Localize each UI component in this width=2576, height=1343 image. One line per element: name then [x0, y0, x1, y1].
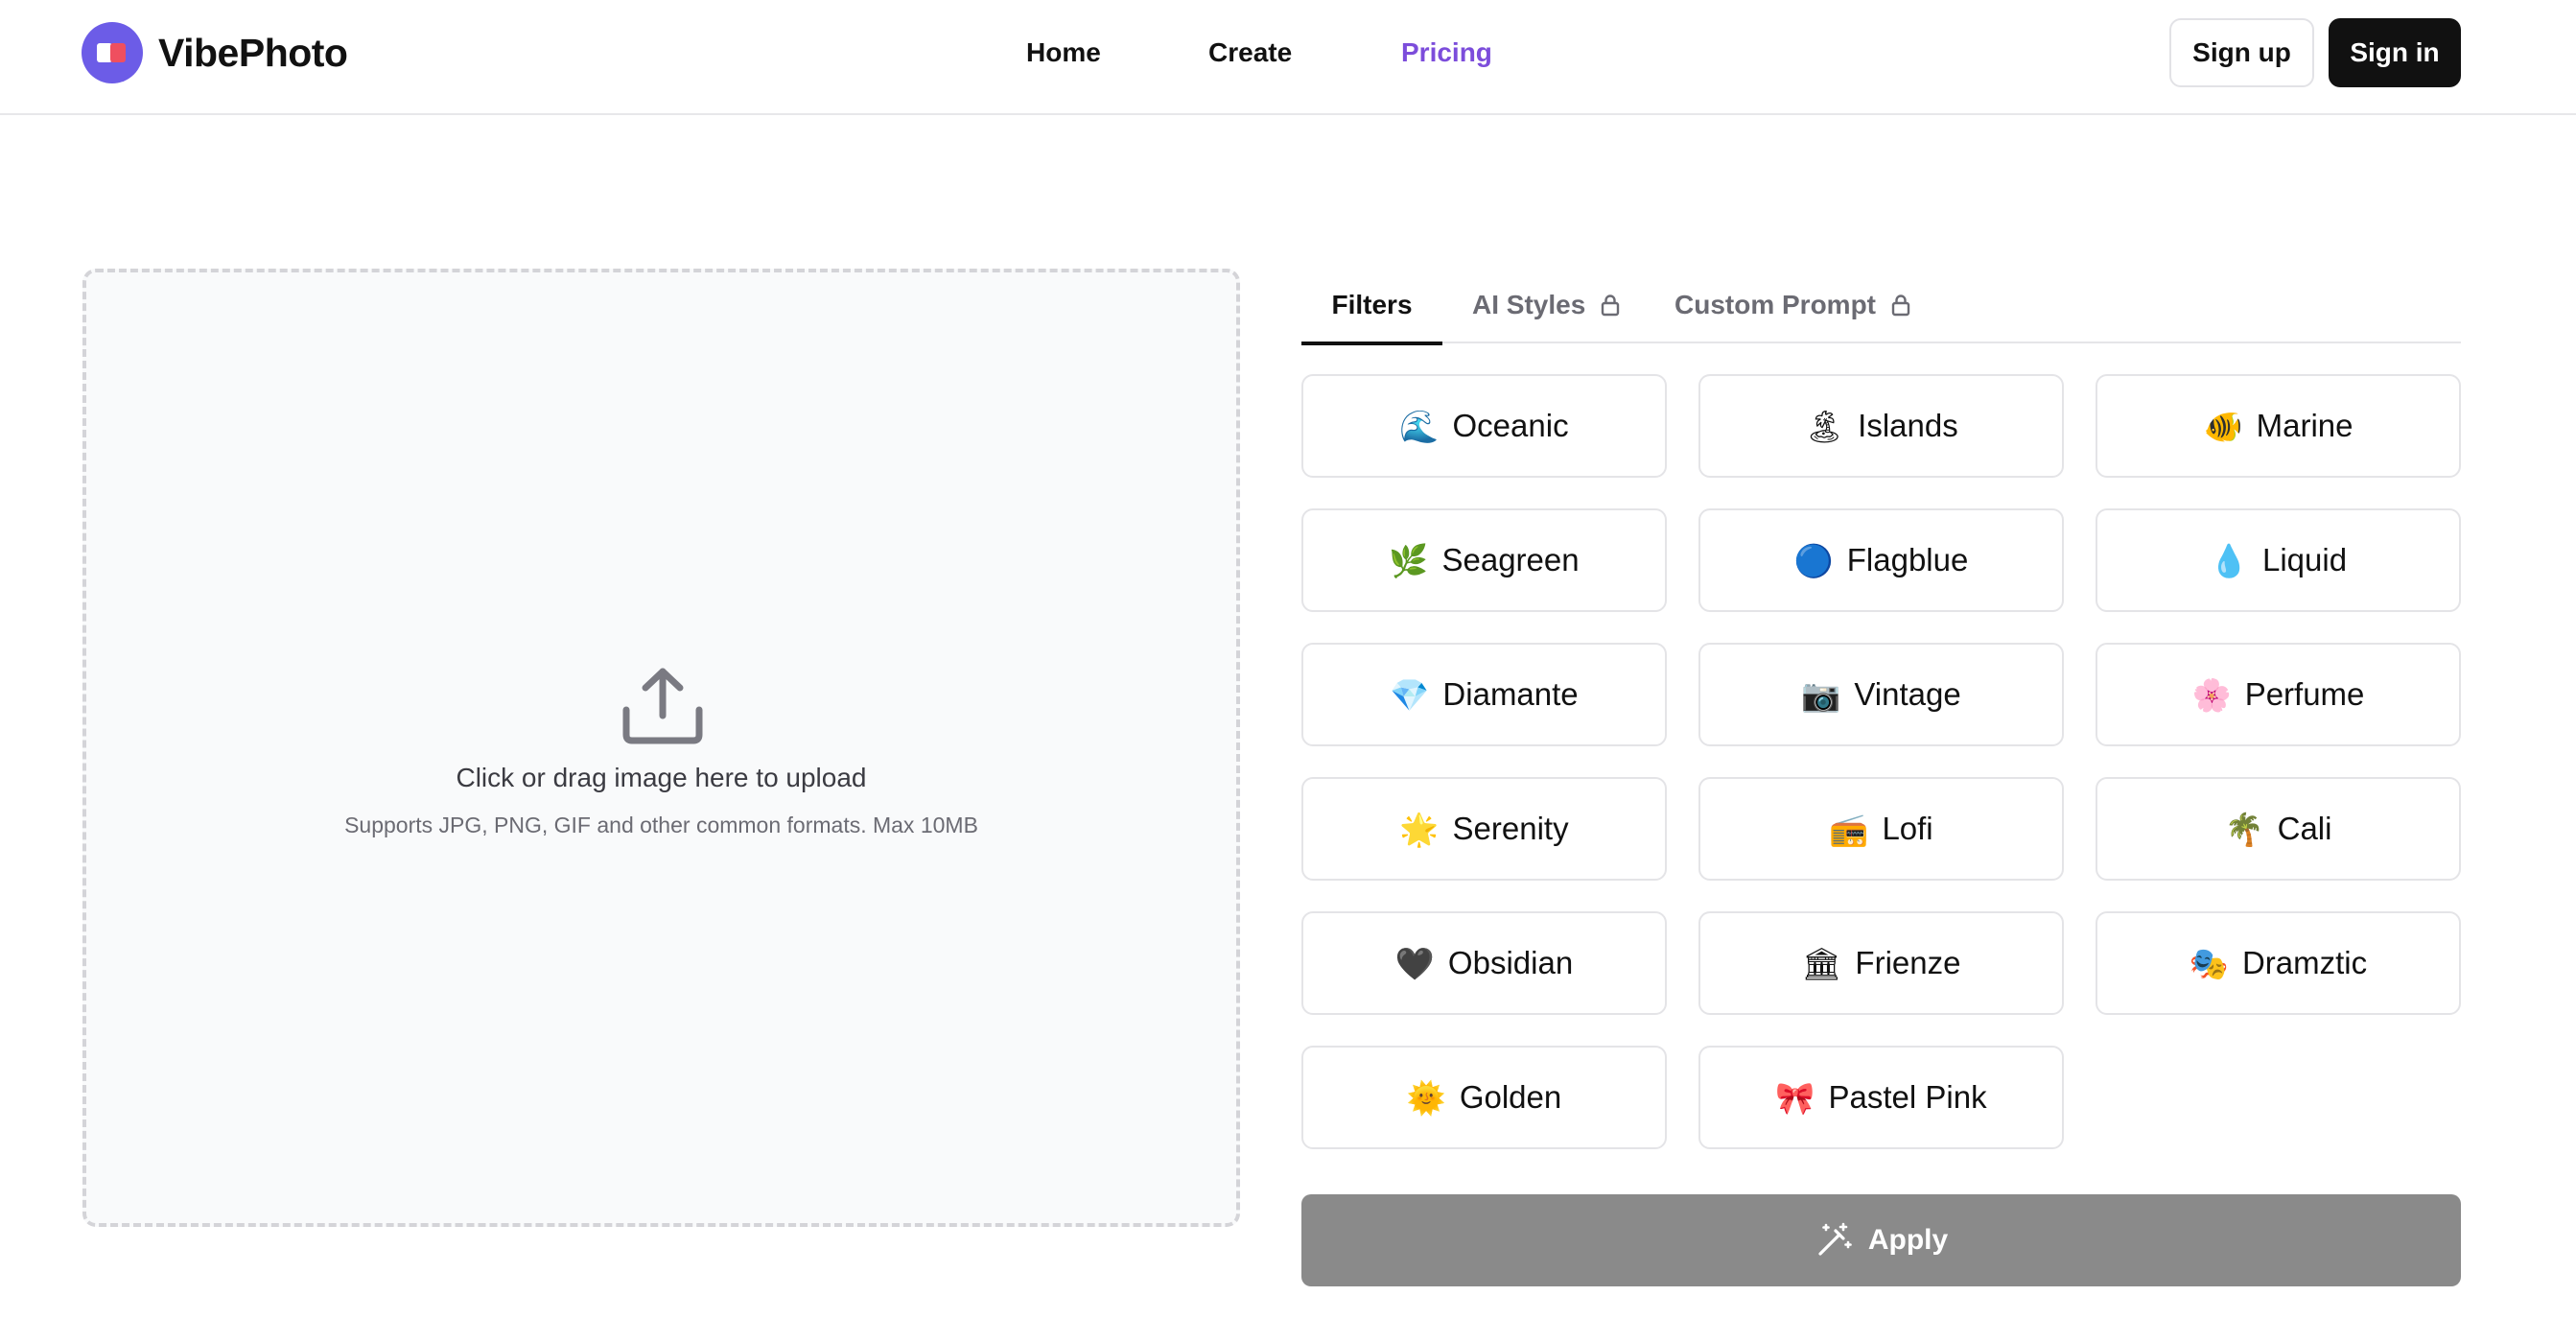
filter-pastel-pink[interactable]: 🎀 Pastel Pink: [1698, 1046, 2064, 1149]
filter-label: Seagreen: [1441, 542, 1580, 577]
island-icon: 🏝: [1804, 407, 1845, 445]
filter-seagreen[interactable]: 🌿 Seagreen: [1301, 508, 1667, 612]
filter-serenity[interactable]: 🌟 Serenity: [1301, 777, 1667, 881]
classical-building-icon: 🏛: [1801, 944, 1842, 982]
filter-label: Pastel Pink: [1828, 1079, 1987, 1115]
tab-filters-label: Filters: [1331, 290, 1413, 319]
filter-label: Frienze: [1855, 945, 1961, 980]
filter-cali[interactable]: 🌴 Cali: [2096, 777, 2461, 881]
filter-label: Serenity: [1452, 811, 1569, 846]
filter-flagblue[interactable]: 🔵 Flagblue: [1698, 508, 2064, 612]
apply-button[interactable]: Apply: [1301, 1194, 2461, 1286]
tab-filters[interactable]: Filters: [1301, 272, 1442, 345]
filter-perfume[interactable]: 🌸 Perfume: [2096, 643, 2461, 746]
filter-obsidian[interactable]: 🖤 Obsidian: [1301, 911, 1667, 1015]
tab-custom-prompt[interactable]: Custom Prompt: [1674, 272, 1910, 343]
filter-label: Flagblue: [1846, 542, 1969, 577]
filter-diamante[interactable]: 💎 Diamante: [1301, 643, 1667, 746]
filter-oceanic[interactable]: 🌊 Oceanic: [1301, 374, 1667, 478]
wave-icon: 🌊: [1399, 407, 1440, 445]
filter-liquid[interactable]: 💧 Liquid: [2096, 508, 2461, 612]
ribbon-icon: 🎀: [1775, 1078, 1815, 1117]
sign-in-button[interactable]: Sign in: [2329, 18, 2461, 87]
filter-label: Vintage: [1854, 676, 1961, 712]
mode-tabs: Filters AI Styles Custom Prompt: [1301, 272, 2461, 345]
tab-ai-styles-label: AI Styles: [1472, 290, 1586, 319]
filter-golden[interactable]: 🌞 Golden: [1301, 1046, 1667, 1149]
sun-face-icon: 🌞: [1406, 1078, 1446, 1117]
filter-label: Cali: [2277, 811, 2332, 846]
filter-frienze[interactable]: 🏛 Frienze: [1698, 911, 2064, 1015]
gem-icon: 💎: [1390, 675, 1430, 714]
droplet-icon: 💧: [2209, 541, 2249, 579]
theater-masks-icon: 🎭: [2189, 944, 2229, 982]
filter-label: Marine: [2256, 408, 2354, 443]
filter-label: Islands: [1858, 408, 1958, 443]
filter-label: Oceanic: [1452, 408, 1569, 443]
nav-home[interactable]: Home: [1026, 29, 1101, 77]
sign-up-button[interactable]: Sign up: [2169, 18, 2314, 87]
vibephoto-logo-icon: [82, 22, 143, 83]
brand-name: VibePhoto: [158, 30, 348, 75]
tab-custom-prompt-label: Custom Prompt: [1674, 290, 1876, 319]
top-header: VibePhoto Home Create Pricing Sign up Si…: [0, 0, 2576, 115]
filter-label: Lofi: [1882, 811, 1933, 846]
filter-marine[interactable]: 🐠 Marine: [2096, 374, 2461, 478]
nav-create[interactable]: Create: [1208, 29, 1292, 77]
lock-icon: [1891, 295, 1909, 317]
tab-ai-styles[interactable]: AI Styles: [1472, 272, 1620, 343]
blossom-icon: 🌸: [2191, 675, 2232, 714]
upload-subtitle: Supports JPG, PNG, GIF and other common …: [344, 813, 978, 837]
filter-label: Golden: [1459, 1079, 1562, 1115]
palm-tree-icon: 🌴: [2224, 810, 2264, 848]
blue-circle-icon: 🔵: [1793, 541, 1834, 579]
filter-label: Liquid: [2262, 542, 2348, 577]
magic-wand-icon: [1818, 1222, 1852, 1256]
image-upload-dropzone[interactable]: Click or drag image here to upload Suppo…: [82, 269, 1240, 1227]
radio-icon: 📻: [1829, 810, 1869, 848]
filter-islands[interactable]: 🏝 Islands: [1698, 374, 2064, 478]
filter-lofi[interactable]: 📻 Lofi: [1698, 777, 2064, 881]
fish-icon: 🐠: [2203, 407, 2243, 445]
camera-icon: 📷: [1801, 675, 1841, 714]
brand[interactable]: VibePhoto: [82, 21, 348, 84]
apply-label: Apply: [1867, 1224, 1949, 1256]
star-icon: 🌟: [1399, 810, 1440, 848]
lock-icon: [1601, 295, 1620, 317]
filter-vintage[interactable]: 📷 Vintage: [1698, 643, 2064, 746]
filter-label: Obsidian: [1447, 945, 1574, 980]
filter-label: Diamante: [1442, 676, 1579, 712]
upload-icon: [622, 668, 703, 744]
filter-label: Perfume: [2244, 676, 2365, 712]
upload-title: Click or drag image here to upload: [456, 763, 867, 792]
herb-icon: 🌿: [1389, 541, 1429, 579]
filter-label: Dramztic: [2241, 945, 2368, 980]
filter-dramztic[interactable]: 🎭 Dramztic: [2096, 911, 2461, 1015]
nav-pricing[interactable]: Pricing: [1401, 29, 1492, 77]
black-heart-icon: 🖤: [1394, 944, 1435, 982]
